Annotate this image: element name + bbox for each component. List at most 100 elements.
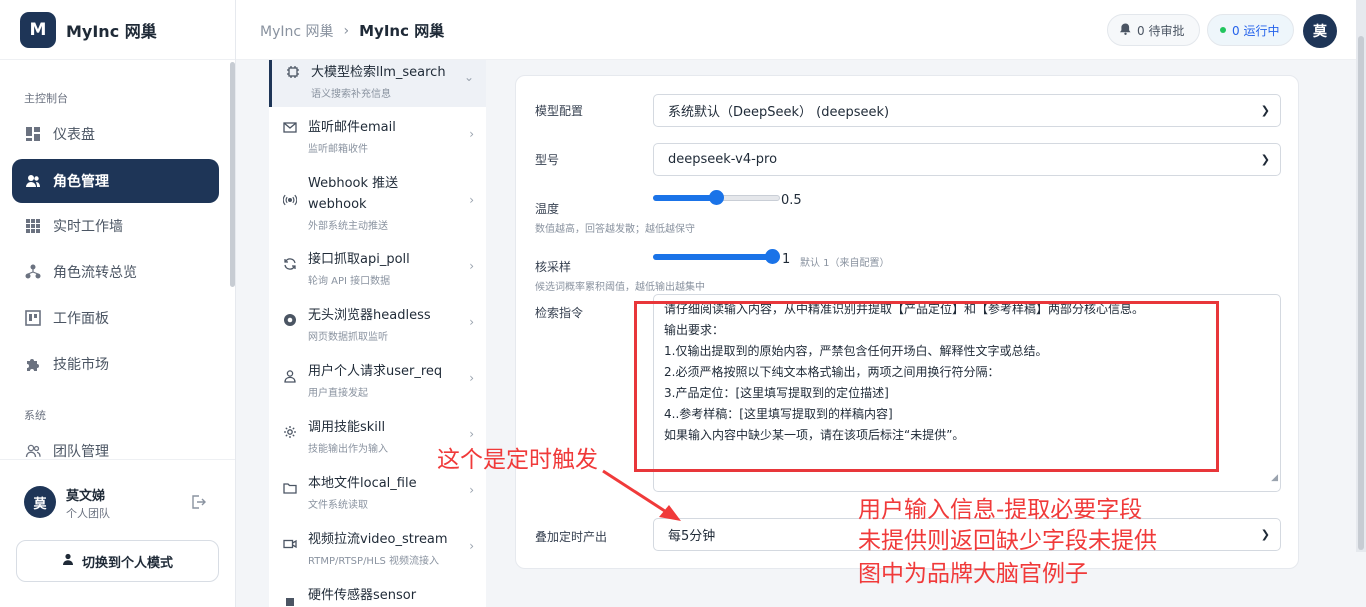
model-config-select[interactable]: 系统默认（DeepSeek） (deepseek) ❯ [653, 94, 1281, 127]
flow-icon [24, 263, 42, 281]
gear-icon [283, 425, 297, 439]
top-p-label: 核采样 [535, 260, 572, 274]
resize-handle-icon[interactable]: ◢ [1271, 468, 1278, 489]
user-icon [283, 369, 297, 383]
page-scrollbar-thumb[interactable] [1358, 36, 1364, 550]
annotation-note-line1: 用户输入信息-提取必要字段 [858, 497, 1143, 523]
trigger-title: 用户个人请求user_req [308, 364, 443, 379]
person-icon [62, 553, 74, 569]
logout-icon[interactable] [190, 494, 206, 514]
model-config-value: 系统默认（DeepSeek） (deepseek) [668, 105, 890, 120]
chevron-right-icon: › [469, 371, 474, 385]
brand-logo: M [20, 11, 56, 48]
section-label-main: 主控制台 [24, 92, 68, 105]
sidebar-scrollbar[interactable] [230, 62, 235, 287]
sidebar-item-skill-market[interactable]: 技能市场 [12, 342, 219, 386]
sidebar-item-label: 实时工作墙 [53, 219, 123, 235]
sidebar-item-role-flow[interactable]: 角色流转总览 [12, 250, 219, 294]
trigger-subtitle: 网页数据抓取监听 [308, 332, 388, 343]
user-box: 莫 莫文娣 个人团队 切换到个人模式 [0, 459, 235, 607]
chevron-right-icon: › [343, 22, 350, 39]
brand[interactable]: M MyInc 网巢 [0, 0, 235, 60]
temperature-slider[interactable] [653, 190, 780, 205]
trigger-title: 大模型检索llm_search [311, 65, 446, 80]
temperature-value: 0.5 [781, 193, 802, 208]
switch-personal-mode-button[interactable]: 切换到个人模式 [16, 540, 219, 582]
breadcrumb-current: MyInc 网巢 [359, 22, 445, 40]
slider-thumb[interactable] [765, 249, 780, 264]
type-select[interactable]: deepseek-v4-pro ❯ [653, 143, 1281, 176]
page-scrollbar[interactable] [1356, 0, 1366, 552]
user-name: 莫文娣 [66, 489, 106, 504]
breadcrumb-parent[interactable]: MyInc 网巢 [260, 21, 334, 41]
top-header: MyInc 网巢 › MyInc 网巢 0 待审批 0 运行中 莫 [236, 0, 1366, 60]
sidebar-item-dashboard[interactable]: 仪表盘 [12, 112, 219, 156]
slider-fill [653, 254, 773, 260]
trigger-title: 接口抓取api_poll [308, 252, 410, 267]
type-value: deepseek-v4-pro [668, 152, 778, 167]
user-avatar[interactable]: 莫 [24, 486, 56, 518]
chevron-down-icon: ❯ [1260, 153, 1270, 166]
trigger-item-webhook[interactable]: Webhook 推送 webhook 外部系统主动推送 › [269, 173, 486, 235]
puzzle-icon [24, 355, 42, 373]
sidebar-item-live-wall[interactable]: 实时工作墙 [12, 204, 219, 248]
brand-name: MyInc 网巢 [66, 21, 157, 41]
header-avatar[interactable]: 莫 [1303, 14, 1337, 48]
trigger-item-local-file[interactable]: 本地文件local_file 文件系统读取 › [269, 473, 486, 519]
annotation-note-line3: 图中为品牌大脑官例子 [858, 561, 1088, 587]
trigger-item-video-stream[interactable]: 视频拉流video_stream RTMP/RTSP/HLS 视频流接入 › [269, 529, 486, 575]
trigger-item-api-poll[interactable]: 接口抓取api_poll 轮询 API 接口数据 › [269, 249, 486, 295]
trigger-title: 无头浏览器headless [308, 308, 431, 323]
sidebar-item-roles[interactable]: 角色管理 [12, 159, 219, 203]
switch-button-label: 切换到个人模式 [81, 555, 173, 571]
top-p-slider[interactable] [653, 249, 780, 264]
prompt-label: 检索指令 [535, 306, 584, 320]
pending-approvals-badge[interactable]: 0 待审批 [1107, 14, 1200, 46]
chevron-right-icon: › [469, 193, 474, 207]
sidebar: M MyInc 网巢 主控制台 仪表盘 角色管理 实时工作墙 角色流转总览 工作… [0, 0, 236, 607]
sidebar-item-label: 角色流转总览 [53, 265, 137, 281]
kanban-icon [24, 309, 42, 327]
slider-thumb[interactable] [709, 190, 724, 205]
trigger-item-sensor[interactable]: 硬件传感器sensor [269, 585, 486, 607]
trigger-title: 视频拉流video_stream [308, 532, 448, 547]
trigger-item-headless[interactable]: 无头浏览器headless 网页数据抓取监听 › [269, 305, 486, 351]
sidebar-item-label: 技能市场 [53, 357, 109, 373]
top-p-default-note: 默认 1（来自配置） [800, 258, 890, 269]
chevron-down-icon: ❯ [1260, 528, 1270, 541]
slider-fill [653, 195, 717, 201]
trigger-title: 本地文件local_file [308, 476, 417, 491]
chevron-right-icon: › [469, 539, 474, 553]
trigger-subtitle: RTMP/RTSP/HLS 视频流接入 [308, 556, 440, 567]
video-icon [283, 537, 297, 551]
trigger-item-email[interactable]: 监听邮件email 监听邮箱收件 › [269, 117, 486, 165]
chevron-right-icon: › [469, 427, 474, 441]
breadcrumb: MyInc 网巢 › MyInc 网巢 [260, 20, 444, 41]
schedule-label: 叠加定时产出 [535, 530, 608, 544]
sidebar-item-workboard[interactable]: 工作面板 [12, 296, 219, 340]
sidebar-item-label: 工作面板 [53, 311, 109, 327]
running-label: 0 运行中 [1232, 23, 1280, 38]
trigger-title: Webhook 推送 [308, 176, 399, 191]
user-team: 个人团队 [66, 507, 110, 520]
chevron-down-icon: ⌄ [463, 70, 474, 84]
trigger-title: 调用技能skill [308, 420, 386, 435]
trigger-subtitle: 轮询 API 接口数据 [308, 276, 391, 287]
sidebar-item-label: 角色管理 [53, 174, 109, 190]
trigger-title: 监听邮件email [308, 120, 396, 135]
type-label: 型号 [535, 153, 560, 167]
status-dot-icon [1220, 27, 1226, 33]
chevron-right-icon: › [469, 483, 474, 497]
chevron-right-icon: › [469, 259, 474, 273]
trigger-subtitle: 外部系统主动推送 [308, 221, 388, 232]
grid-icon [24, 217, 42, 235]
trigger-title-line2: webhook [308, 197, 367, 212]
model-config-label: 模型配置 [535, 104, 584, 118]
section-label-system: 系统 [24, 409, 46, 422]
schedule-value: 每5分钟 [668, 529, 716, 544]
trigger-subtitle: 文件系统读取 [308, 500, 368, 511]
trigger-title: 硬件传感器sensor [308, 588, 417, 603]
running-badge[interactable]: 0 运行中 [1207, 14, 1294, 46]
trigger-item-llm-search[interactable]: 大模型检索llm_search 语义搜索补充信息 ⌄ [269, 60, 486, 107]
trigger-item-user-req[interactable]: 用户个人请求user_req 用户直接发起 › [269, 361, 486, 407]
